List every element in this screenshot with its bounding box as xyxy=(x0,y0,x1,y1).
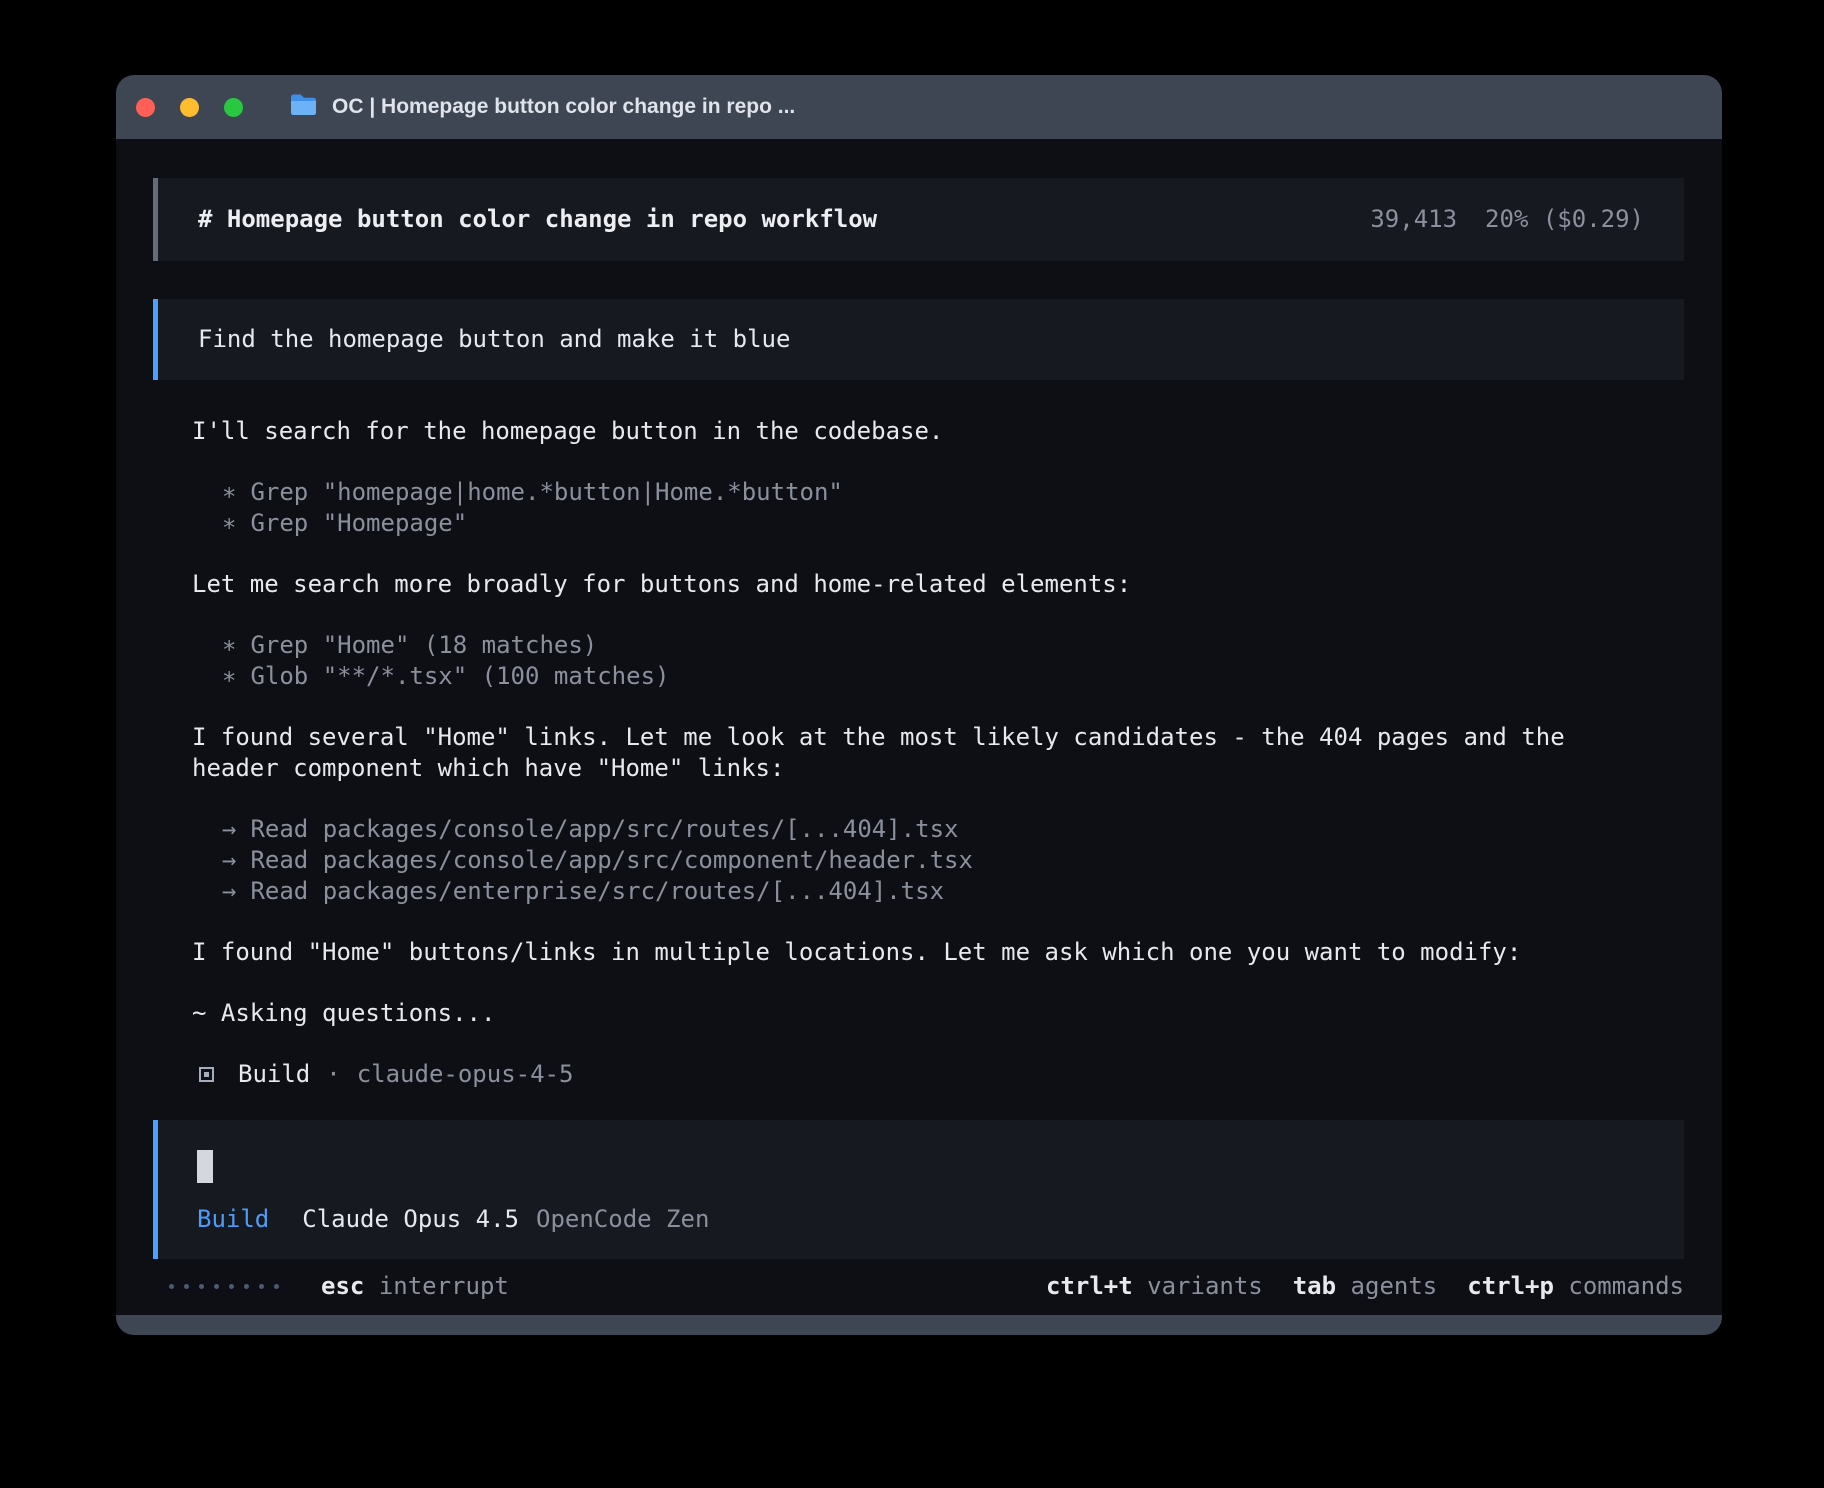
separator-dot: · xyxy=(326,1059,340,1090)
tool-call-text: Read packages/console/app/src/routes/[..… xyxy=(250,815,958,843)
spinner-dot xyxy=(244,1284,249,1289)
tool-asterisk-icon: ∗ xyxy=(222,509,236,537)
user-message: Find the homepage button and make it blu… xyxy=(153,299,1684,380)
hint-label: variants xyxy=(1147,1272,1263,1300)
window-title-area: OC | Homepage button color change in rep… xyxy=(289,93,795,122)
tool-call-text: Glob "**/*.tsx" (100 matches) xyxy=(250,662,669,690)
conversation: I'll search for the homepage button in t… xyxy=(192,416,1652,1120)
spinner-dot xyxy=(169,1284,174,1289)
status-bar: esc interrupt ctrl+t variantstab agentsc… xyxy=(153,1271,1684,1302)
tool-call-text: Grep "Homepage" xyxy=(250,509,467,537)
status-hints: ctrl+t variants tab agents ctrl+p commands xyxy=(1046,1271,1684,1302)
spinner-dot xyxy=(214,1284,219,1289)
terminal-window: OC | Homepage button color change in rep… xyxy=(116,75,1722,1335)
agent-square-icon xyxy=(199,1067,214,1082)
session-title: # Homepage button color change in repo w… xyxy=(198,204,877,235)
spinner-dots xyxy=(169,1284,279,1289)
tool-call-line: → Read packages/console/app/src/routes/[.… xyxy=(192,814,1652,845)
spinner-dot xyxy=(259,1284,264,1289)
tool-call-text: Grep "Home" (18 matches) xyxy=(250,631,597,659)
tool-call-line: ∗ Grep "Home" (18 matches) xyxy=(192,630,1652,661)
hint-key: tab xyxy=(1293,1272,1336,1300)
tool-call-line: ∗ Glob "**/*.tsx" (100 matches) xyxy=(192,661,1652,692)
window-title: OC | Homepage button color change in rep… xyxy=(332,95,795,119)
keyboard-hint: ctrl+t variants xyxy=(1046,1271,1263,1302)
tool-call-text: Grep "homepage|home.*button|Home.*button… xyxy=(250,478,842,506)
user-message-text: Find the homepage button and make it blu… xyxy=(198,325,790,353)
assistant-text: Let me search more broadly for buttons a… xyxy=(192,569,1652,600)
agent-mode-label: Build xyxy=(197,1204,269,1235)
session-header: # Homepage button color change in repo w… xyxy=(153,178,1684,261)
agent-model: claude-opus-4-5 xyxy=(357,1059,574,1090)
input-meta: Build Claude Opus 4.5 OpenCode Zen xyxy=(197,1204,1644,1235)
hint-label: commands xyxy=(1568,1272,1684,1300)
spinner-dot xyxy=(199,1284,204,1289)
tool-call-line: ∗ Grep "homepage|home.*button|Home.*butto… xyxy=(192,477,1652,508)
tool-call-line: → Read packages/enterprise/src/routes/[..… xyxy=(192,876,1652,907)
status-left: esc interrupt xyxy=(169,1271,509,1302)
read-arrow-icon: → xyxy=(222,815,236,843)
spinner-dot xyxy=(229,1284,234,1289)
tool-call-group: ∗ Grep "Home" (18 matches) ∗ Glob "**/*.tsx… xyxy=(192,630,1652,692)
text-cursor xyxy=(197,1150,213,1183)
assistant-text: I found "Home" buttons/links in multiple… xyxy=(192,937,1652,968)
hint-label: agents xyxy=(1351,1272,1438,1300)
interrupt-hint: esc interrupt xyxy=(321,1271,509,1302)
close-button[interactable] xyxy=(136,98,155,117)
context-usage: 20% ($0.29) xyxy=(1485,205,1644,233)
tool-call-group: ∗ Grep "homepage|home.*button|Home.*butto… xyxy=(192,477,1652,539)
session-stats: 39,413 20% ($0.29) xyxy=(1370,204,1644,235)
tool-call-line: ∗ Grep "Homepage" xyxy=(192,508,1652,539)
hint-key: ctrl+t xyxy=(1046,1272,1133,1300)
hint-label: interrupt xyxy=(379,1272,509,1300)
prompt-input[interactable]: Build Claude Opus 4.5 OpenCode Zen xyxy=(153,1120,1684,1259)
keyboard-hint: ctrl+p commands xyxy=(1467,1271,1684,1302)
read-arrow-icon: → xyxy=(222,846,236,874)
tool-call-group: → Read packages/console/app/src/routes/[.… xyxy=(192,814,1652,907)
traffic-lights xyxy=(136,98,243,117)
provider-label: OpenCode Zen xyxy=(536,1204,709,1235)
tool-asterisk-icon: ∗ xyxy=(222,478,236,506)
assistant-text: I found several "Home" links. Let me loo… xyxy=(192,722,1652,784)
hint-key: ctrl+p xyxy=(1467,1272,1554,1300)
spinner-dot xyxy=(184,1284,189,1289)
spinner-dot xyxy=(274,1284,279,1289)
minimize-button[interactable] xyxy=(180,98,199,117)
window-bottom-edge xyxy=(116,1315,1722,1335)
tool-call-text: Read packages/enterprise/src/routes/[...… xyxy=(250,877,944,905)
tool-call-line: → Read packages/console/app/src/component… xyxy=(192,845,1652,876)
window-titlebar[interactable]: OC | Homepage button color change in rep… xyxy=(116,75,1722,139)
tool-call-text: Read packages/console/app/src/component/… xyxy=(250,846,972,874)
read-arrow-icon: → xyxy=(222,877,236,905)
folder-icon xyxy=(289,93,318,122)
model-label: Claude Opus 4.5 xyxy=(302,1204,519,1235)
agent-name: Build xyxy=(238,1059,310,1090)
tool-asterisk-icon: ∗ xyxy=(222,662,236,690)
zoom-button[interactable] xyxy=(224,98,243,117)
terminal-body: # Homepage button color change in repo w… xyxy=(116,139,1722,1315)
token-count: 39,413 xyxy=(1370,205,1457,233)
keyboard-hint: tab agents xyxy=(1293,1271,1438,1302)
agent-status-line: Build · claude-opus-4-5 xyxy=(192,1059,1652,1090)
assistant-text: ~ Asking questions... xyxy=(192,998,1652,1029)
hint-key: esc xyxy=(321,1272,364,1300)
tool-asterisk-icon: ∗ xyxy=(222,631,236,659)
assistant-text: I'll search for the homepage button in t… xyxy=(192,416,1652,447)
